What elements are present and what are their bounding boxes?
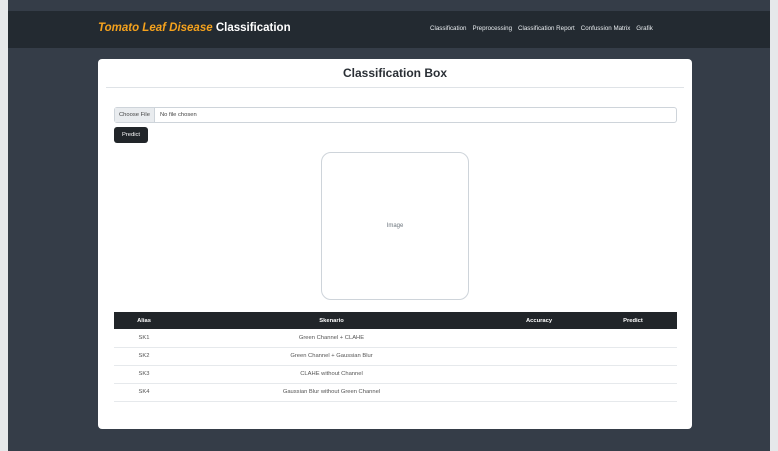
file-status: No file chosen <box>159 112 197 118</box>
image-placeholder: Image <box>386 223 404 229</box>
row-predict <box>589 329 677 348</box>
card-header: Classification Box <box>106 59 684 88</box>
table-row: SK4 Gaussian Blur without Green Channel <box>114 383 677 402</box>
nav-link-preprocessing[interactable]: Preprocessing <box>472 25 512 32</box>
left-edge <box>0 0 8 451</box>
header-alias: Alias <box>114 312 174 329</box>
image-preview: Image <box>321 152 469 300</box>
nav-link-grafik[interactable]: Grafik <box>636 25 653 32</box>
row-alias: SK1 <box>114 329 174 348</box>
top-navbar: Tomato Leaf Disease Classification Class… <box>8 11 770 48</box>
row-predict <box>589 365 677 384</box>
row-accuracy <box>489 329 589 348</box>
nav-link-confusion-matrix[interactable]: Confussion Matrix <box>581 25 631 32</box>
brand-rest: Classification <box>215 22 291 34</box>
row-predict <box>589 383 677 402</box>
right-edge <box>770 0 778 451</box>
nav-link-classification-report[interactable]: Classification Report <box>518 25 575 32</box>
table-row: SK2 Green Channel + Gaussian Blur <box>114 347 677 366</box>
row-scenario: CLAHE without Channel <box>174 365 489 384</box>
row-alias: SK4 <box>114 383 174 402</box>
row-scenario: Green Channel + CLAHE <box>174 329 489 348</box>
card-title: Classification Box <box>342 66 448 80</box>
classification-card: Classification Box Choose File No file c… <box>98 59 692 429</box>
row-alias: SK2 <box>114 347 174 366</box>
table-row: SK1 Green Channel + CLAHE <box>114 329 677 348</box>
nav-link-classification[interactable]: Classification <box>430 25 466 32</box>
row-scenario: Green Channel + Gaussian Blur <box>174 347 489 366</box>
predict-button[interactable]: Predict <box>114 127 148 143</box>
row-accuracy <box>489 383 589 402</box>
nav-links: Classification Preprocessing Classificat… <box>430 25 653 32</box>
brand-logo[interactable]: Tomato Leaf Disease Classification <box>98 22 291 34</box>
results-table: Alias Skenario Accuracy Predict SK1 Gree… <box>114 312 677 402</box>
header-predict: Predict <box>589 312 677 329</box>
table-row: SK3 CLAHE without Channel <box>114 365 677 384</box>
brand-highlight: Tomato Leaf Disease <box>98 22 213 34</box>
choose-file-button[interactable]: Choose File <box>115 108 155 122</box>
file-input[interactable]: Choose File No file chosen <box>114 107 677 123</box>
row-alias: SK3 <box>114 365 174 384</box>
row-accuracy <box>489 365 589 384</box>
table-header-row: Alias Skenario Accuracy Predict <box>114 312 677 329</box>
header-accuracy: Accuracy <box>489 312 589 329</box>
row-predict <box>589 347 677 366</box>
row-scenario: Gaussian Blur without Green Channel <box>174 383 489 402</box>
row-accuracy <box>489 347 589 366</box>
header-scenario: Skenario <box>174 312 489 329</box>
